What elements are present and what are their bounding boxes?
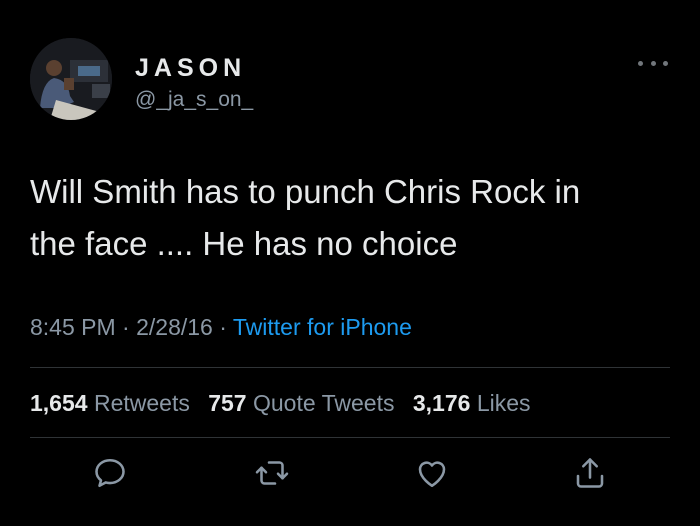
tweet-meta: 8:45 PM · 2/28/16 · Twitter for iPhone xyxy=(30,314,412,341)
share-icon[interactable] xyxy=(572,455,608,491)
tweet-text-line: the face .... He has no choice xyxy=(30,225,458,262)
meta-separator: · xyxy=(219,314,227,340)
tweet-source-link[interactable]: Twitter for iPhone xyxy=(233,314,412,340)
tweet-stats: 1,654 Retweets 757 Quote Tweets 3,176 Li… xyxy=(30,390,543,417)
retweet-icon[interactable] xyxy=(254,455,290,491)
likes-count: 3,176 xyxy=(412,390,471,416)
retweets-count: 1,654 xyxy=(30,390,88,416)
divider xyxy=(30,367,670,368)
avatar[interactable] xyxy=(30,38,112,120)
likes-label: Likes xyxy=(476,390,531,416)
likes-stat[interactable]: 3,176 Likes xyxy=(413,390,531,416)
tweet-date[interactable]: 2/28/16 xyxy=(136,314,213,340)
action-bar xyxy=(0,455,700,505)
divider xyxy=(30,437,670,438)
retweets-label: Retweets xyxy=(93,390,190,416)
display-name[interactable]: JASON xyxy=(135,54,246,83)
quotes-label: Quote Tweets xyxy=(252,390,395,416)
more-horizontal-icon[interactable] xyxy=(638,56,668,70)
tweet-text: Will Smith has to punch Chris Rock in th… xyxy=(30,166,675,270)
retweets-stat[interactable]: 1,654 Retweets xyxy=(30,390,190,416)
tweet-time[interactable]: 8:45 PM xyxy=(30,314,116,340)
user-handle[interactable]: @_ja_s_on_ xyxy=(135,88,253,112)
tweet-text-line: Will Smith has to punch Chris Rock in xyxy=(30,173,581,210)
quotes-count: 757 xyxy=(208,390,247,416)
reply-icon[interactable] xyxy=(92,455,128,491)
heart-icon[interactable] xyxy=(414,455,450,491)
meta-separator: · xyxy=(122,314,130,340)
quote-tweets-stat[interactable]: 757 Quote Tweets xyxy=(208,390,394,416)
